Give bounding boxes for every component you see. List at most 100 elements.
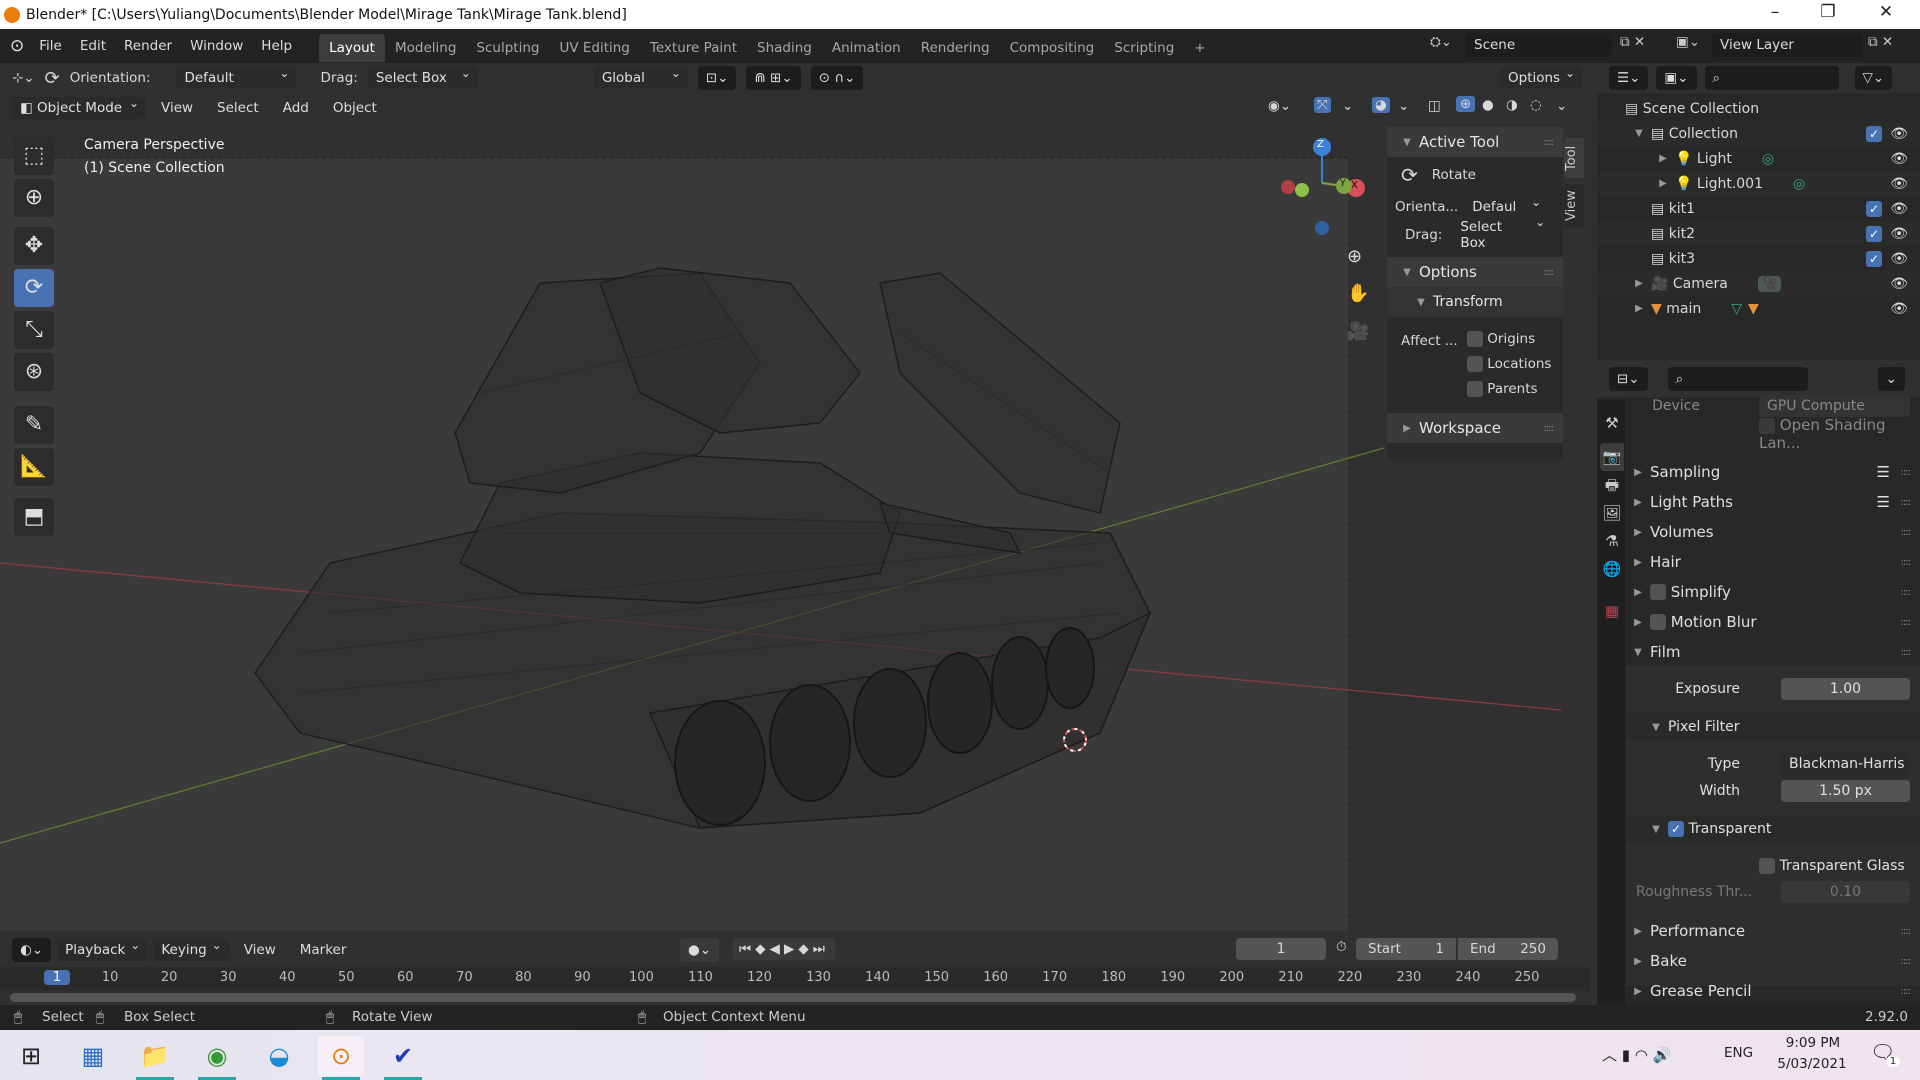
panel-light-paths[interactable]: ▶ Light Paths ☰::::: [1626, 488, 1920, 516]
properties-options-icon[interactable]: ⌄: [1877, 367, 1905, 391]
outliner-row-kit1[interactable]: ▤ kit1 ✓ 👁: [1597, 196, 1920, 221]
filter-width-field[interactable]: 1.50 px: [1781, 780, 1910, 802]
end-frame-field[interactable]: End 250: [1458, 938, 1558, 960]
prev-keyframe-icon[interactable]: ◆: [755, 941, 769, 957]
outliner-row-scene-collection[interactable]: ▤ Scene Collection: [1597, 96, 1920, 121]
viewport-menu-add[interactable]: Add: [274, 100, 318, 116]
light-data-icon[interactable]: ◎: [1793, 176, 1805, 192]
transform-subheader[interactable]: ▼ Transform: [1387, 287, 1563, 317]
tool-icon[interactable]: ⊹⌄: [12, 70, 35, 86]
pan-hand-icon[interactable]: ✋: [1347, 283, 1369, 304]
annotate-tool-icon[interactable]: ✎: [14, 406, 54, 444]
material-shading-icon[interactable]: ◑: [1506, 97, 1518, 113]
view-layer-filter-icon[interactable]: ▣⌄: [1656, 66, 1697, 90]
panel-film[interactable]: ▼ Film::::: [1626, 638, 1920, 666]
select-box-tool-icon[interactable]: ⬚: [14, 137, 54, 175]
scale-tool-icon[interactable]: ⤡: [14, 311, 54, 349]
transform-orientation-dropdown[interactable]: Global: [593, 66, 688, 89]
device-dropdown[interactable]: GPU Compute: [1759, 395, 1910, 417]
pixel-filter-subpanel[interactable]: ▼ Pixel Filter: [1626, 713, 1920, 741]
outliner-row-light-001[interactable]: ▶ 💡 Light.001 ◎ 👁: [1597, 171, 1920, 196]
filter-icon[interactable]: ▽⌄: [1854, 66, 1893, 90]
eye-icon[interactable]: 👁: [1890, 226, 1908, 242]
affect-origins-checkbox[interactable]: Origins: [1467, 331, 1535, 347]
outliner-row-kit3[interactable]: ▤ kit3 ✓ 👁: [1597, 246, 1920, 271]
blender-taskbar-icon[interactable]: ⊙: [318, 1036, 364, 1080]
panel-sampling[interactable]: ▶ Sampling ☰::::: [1626, 458, 1920, 486]
world-tab-icon[interactable]: 🌐: [1600, 555, 1624, 583]
start-button-icon[interactable]: ⊞: [8, 1036, 54, 1076]
gizmo-toggle-icon[interactable]: ⤧: [1314, 97, 1331, 113]
rotate-tool-icon[interactable]: ⟳: [14, 269, 54, 307]
menu-render[interactable]: Render: [115, 38, 181, 54]
active-tool-header[interactable]: ▼ Active Tool::::: [1387, 127, 1563, 157]
outliner-row-kit2[interactable]: ▤ kit2 ✓ 👁: [1597, 221, 1920, 246]
jump-start-icon[interactable]: ⏮: [739, 941, 755, 957]
render-tab-icon[interactable]: 📷: [1600, 443, 1624, 471]
osl-checkbox[interactable]: Open Shading Lan...: [1759, 416, 1920, 452]
measure-tool-icon[interactable]: 📐: [14, 448, 54, 486]
maximize-button[interactable]: ❐: [1808, 2, 1848, 22]
camera-data-icon[interactable]: 🎥: [1757, 275, 1782, 292]
options-dropdown[interactable]: Options: [1500, 66, 1583, 89]
app-taskbar-icon[interactable]: ✔: [380, 1036, 426, 1080]
drag-dropdown[interactable]: Select Box: [367, 66, 478, 89]
view-layer-selector[interactable]: View Layer: [1712, 33, 1862, 57]
playback-menu[interactable]: Playback: [57, 938, 148, 961]
keying-menu[interactable]: Keying: [153, 938, 229, 961]
transform-tool-icon[interactable]: ⊛: [14, 353, 54, 391]
next-keyframe-icon[interactable]: ◆: [798, 941, 812, 957]
timeline-scrollbar[interactable]: [10, 993, 1576, 1002]
marker-menu[interactable]: Marker: [291, 942, 356, 958]
exclude-checkbox[interactable]: ✓: [1866, 200, 1882, 217]
tab-shading[interactable]: Shading: [747, 34, 822, 62]
add-cube-tool-icon[interactable]: ⬒: [14, 498, 54, 536]
eye-icon[interactable]: 👁: [1890, 251, 1908, 267]
3d-viewport[interactable]: Z X Y ⊕ ✋ 🎥 ◧ Object Mode View Select Ad…: [0, 93, 1590, 931]
menu-window[interactable]: Window: [181, 38, 252, 54]
mode-dropdown[interactable]: ◧ Object Mode: [12, 96, 146, 119]
tab-rendering[interactable]: Rendering: [911, 34, 1000, 62]
exclude-checkbox[interactable]: ✓: [1866, 125, 1882, 142]
tool-tab-icon[interactable]: ⚒: [1600, 409, 1624, 437]
panel-bake[interactable]: ▶ Bake::::: [1626, 947, 1920, 975]
cursor-tool-icon[interactable]: ⊕: [14, 179, 54, 217]
blender-menu-icon[interactable]: ⊙: [10, 36, 24, 56]
chrome-icon[interactable]: ◉: [194, 1036, 240, 1080]
affect-parents-checkbox[interactable]: Parents: [1467, 381, 1538, 397]
start-frame-field[interactable]: Start 1: [1356, 938, 1456, 960]
presets-icon[interactable]: ☰: [1877, 493, 1890, 511]
gizmo-y-label[interactable]: Y: [1340, 179, 1346, 189]
proportional-edit-icon[interactable]: ⊙ ∩⌄: [810, 66, 864, 90]
gizmo-x-label[interactable]: X: [1351, 180, 1358, 191]
minimize-button[interactable]: –: [1755, 2, 1795, 22]
wireframe-shading-icon[interactable]: ⊕: [1456, 96, 1476, 112]
scene-icon[interactable]: ⛭⌄: [1430, 34, 1452, 50]
orientation-dropdown[interactable]: Default: [176, 66, 297, 89]
auto-keying-button[interactable]: ●⌄: [680, 938, 720, 962]
menu-edit[interactable]: Edit: [71, 38, 115, 54]
rendered-shading-icon[interactable]: ◌: [1530, 97, 1542, 113]
gizmo-z-label[interactable]: Z: [1317, 139, 1324, 150]
exclude-checkbox[interactable]: ✓: [1866, 225, 1882, 242]
outliner-row-light[interactable]: ▶ 💡 Light ◎ 👁: [1597, 146, 1920, 171]
tab-uv-editing[interactable]: UV Editing: [549, 34, 639, 62]
tab-layout[interactable]: Layout: [319, 34, 385, 62]
tab-sculpting[interactable]: Sculpting: [466, 34, 549, 62]
menu-help[interactable]: Help: [252, 38, 301, 54]
clock-date[interactable]: 5/03/2021: [1772, 1056, 1852, 1072]
eye-icon[interactable]: 👁: [1890, 176, 1908, 192]
visibility-icon[interactable]: ◉⌄: [1268, 98, 1291, 114]
tab-animation[interactable]: Animation: [822, 34, 911, 62]
editor-type-icon[interactable]: ◐⌄: [12, 938, 52, 962]
tab-compositing[interactable]: Compositing: [1000, 34, 1105, 62]
panel-volumes[interactable]: ▶ Volumes::::: [1626, 518, 1920, 546]
new-view-layer-icon[interactable]: ⧉ ✕: [1868, 34, 1893, 50]
control-panel-icon[interactable]: ▦: [70, 1036, 116, 1076]
exposure-field[interactable]: 1.00: [1781, 678, 1910, 700]
viewport-menu-object[interactable]: Object: [324, 100, 386, 116]
presets-icon[interactable]: ☰: [1877, 463, 1890, 481]
filter-type-dropdown[interactable]: Blackman-Harris: [1781, 753, 1910, 775]
texture-tab-icon[interactable]: ▦: [1600, 597, 1624, 625]
drag-dropdown[interactable]: Select Box: [1452, 215, 1553, 254]
